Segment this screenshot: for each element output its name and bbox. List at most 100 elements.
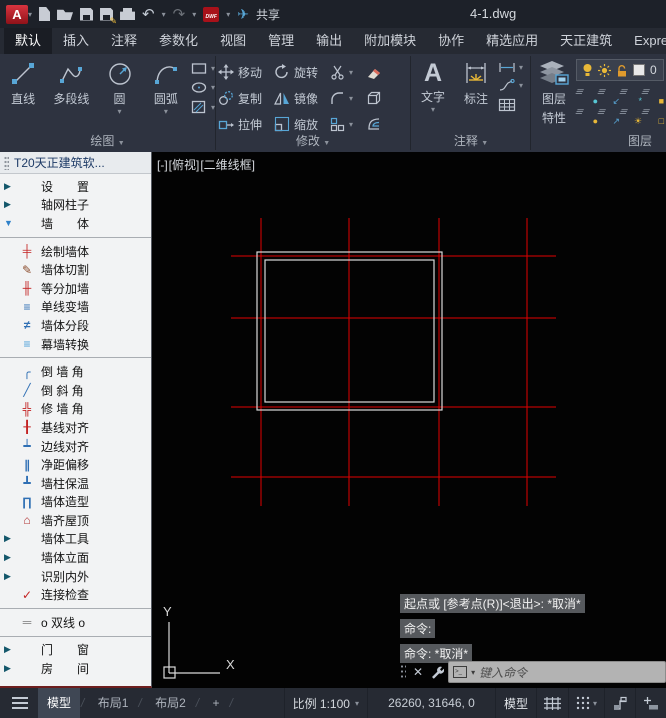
palette-item[interactable]: ┻ 墙柱保温 [0,474,151,493]
redo-button[interactable]: ↷ [173,4,186,24]
customize-wrench-icon[interactable] [430,665,445,679]
layer-tool-button[interactable]: ≡ ● [573,104,598,126]
model-space-toggle[interactable]: 模型 [494,688,536,718]
palette-item[interactable] [0,604,151,613]
share-button[interactable]: 共享 [256,6,280,23]
palette-item[interactable]: ✎ 墙体切割 [0,260,151,279]
leader-button[interactable]: ▾ [498,79,523,92]
ribbon-tab[interactable]: 天正建筑 [549,28,623,54]
viewport-menu-control[interactable]: [-] [157,158,168,172]
ribbon-tab[interactable]: 插入 [52,28,100,54]
explode-button[interactable] [366,90,394,106]
dimension-dropdown[interactable]: ▾ [519,63,523,72]
palette-item[interactable]: ⌂ 墙齐屋顶 [0,511,151,530]
trim-dropdown[interactable]: ▾ [349,68,353,77]
save-button[interactable] [80,4,94,24]
palette-item[interactable]: ≠ 墙体分段 [0,316,151,335]
draw-panel-label[interactable]: 绘图 ▼ [0,132,215,149]
ribbon-tab[interactable]: 视图 [209,28,257,54]
palette-item[interactable]: ╂ 基线对齐 [0,418,151,437]
palette-item[interactable]: ╬ 修 墙 角 [0,400,151,419]
ribbon-tab[interactable]: 默认 [4,28,53,54]
snap-mode-toggle[interactable]: ▾ [567,688,604,718]
palette-item[interactable] [0,632,151,641]
command-dropdown-icon[interactable]: ▾ [471,668,475,677]
snap-dropdown-icon[interactable]: ▾ [593,699,597,708]
view-control[interactable]: [俯视] [169,158,200,172]
array-button[interactable]: ▾ [330,117,366,132]
layer-tool-button[interactable]: ≡ ↗ [595,104,620,126]
dock-drag-handle-icon[interactable] [400,664,406,680]
palette-item[interactable]: ▶ 门 窗 [0,641,151,660]
palette-item[interactable]: ╪ 绘制墙体 [0,242,151,261]
plot-button[interactable] [120,4,136,24]
ribbon-tab[interactable]: 精选应用 [475,28,549,54]
circle-dropdown[interactable]: ▾ [118,107,122,116]
toolbar-dropdown[interactable]: ▾ [226,10,230,19]
layout-tab[interactable]: 模型 [38,688,81,718]
visual-style-control[interactable]: [二维线框] [200,158,255,172]
ribbon-tab[interactable]: 注释 [100,28,148,54]
layout-tab[interactable]: 布局2 [146,688,195,718]
scale-button[interactable]: 缩放 [274,116,330,133]
palette-item[interactable]: ▼ 墙 体 [0,214,151,233]
menu-hamburger-icon[interactable] [12,697,28,709]
array-dropdown[interactable]: ▾ [349,120,353,129]
palette-item[interactable]: ✓ 连接检查 [0,585,151,604]
palette-item[interactable]: ▶ 墙体立面 [0,548,151,567]
layout-tab[interactable]: 布局1 [89,688,138,718]
palette-item[interactable]: ╫ 等分加墙 [0,279,151,298]
palette-item[interactable]: ∥ 净距偏移 [0,455,151,474]
fillet-dropdown[interactable]: ▾ [349,94,353,103]
leader-dropdown[interactable]: ▾ [519,81,523,90]
palette-title-bar[interactable]: T20天正建筑软... [0,152,151,174]
palette-item[interactable]: ╱ 倒 斜 角 [0,381,151,400]
share-plane-icon[interactable]: ✈ [237,4,249,24]
copy-button[interactable]: 复制 [218,90,274,107]
palette-item[interactable]: ▶ 房 间 [0,659,151,678]
palette-item[interactable]: ▶ 设 置 [0,177,151,196]
drag-handle-icon[interactable] [4,155,9,170]
undo-button[interactable]: ↶ [142,4,155,24]
palette-item[interactable]: ╭ 倒 墙 角 [0,362,151,381]
move-button[interactable]: 移动 [218,64,274,81]
layer-tool-button[interactable]: ≡ ■ [639,84,664,106]
modify-panel-label[interactable]: 修改 ▼ [218,132,408,149]
erase-button[interactable] [366,65,394,80]
ribbon-tab[interactable]: 参数化 [148,28,209,54]
palette-item[interactable]: ▶ 墙体工具 [0,530,151,549]
layer-tool-button[interactable]: ≡ □ [639,104,664,126]
command-input[interactable]: >_ ▾ 键入命令 [448,661,666,683]
palette-item[interactable]: ═ o 双线 o [0,613,151,632]
palette-item[interactable]: ┷ 边线对齐 [0,437,151,456]
ortho-tracking-toggle[interactable] [604,688,635,718]
palette-item[interactable] [0,233,151,242]
stretch-button[interactable]: 拉伸 [218,116,274,133]
text-dropdown[interactable]: ▾ [431,105,435,114]
undo-dropdown[interactable]: ▾ [162,10,166,19]
ribbon-tab[interactable]: 附加模块 [353,28,427,54]
arc-dropdown[interactable]: ▾ [164,107,168,116]
ribbon-tab[interactable]: 管理 [257,28,305,54]
table-button[interactable] [498,98,523,112]
mirror-button[interactable]: 镜像 [274,90,330,107]
rotate-button[interactable]: 旋转 [274,64,330,81]
hatch-button[interactable]: ▾ [191,100,215,115]
dynamic-input-toggle[interactable] [635,688,666,718]
palette-item[interactable] [0,353,151,362]
dwf-button[interactable]: DWF [203,4,220,24]
palette-item[interactable]: ▶ 识别内外 [0,567,151,586]
drawing-canvas[interactable]: Y X [-][俯视][二维线框] 起点或 [参考点(R)]<退出>: *取消*… [152,152,666,688]
grid-display-toggle[interactable] [535,688,568,718]
open-file-button[interactable] [57,4,74,24]
offset-button[interactable] [366,117,394,131]
layer-tool-button[interactable]: ≡ ● [573,84,598,106]
annotate-panel-label[interactable]: 注释 ▼ [412,132,530,149]
palette-item[interactable]: ≡ 幕墙转换 [0,335,151,354]
layer-tool-button[interactable]: ≡ * [617,84,642,106]
linear-dimension-button[interactable]: ▾ [498,62,523,73]
palette-item[interactable]: ▶ 轴网柱子 [0,196,151,215]
ribbon-tab[interactable]: Express Tools [623,28,666,54]
layer-select[interactable]: 0 [576,59,664,81]
ribbon-tab[interactable]: 协作 [427,28,475,54]
